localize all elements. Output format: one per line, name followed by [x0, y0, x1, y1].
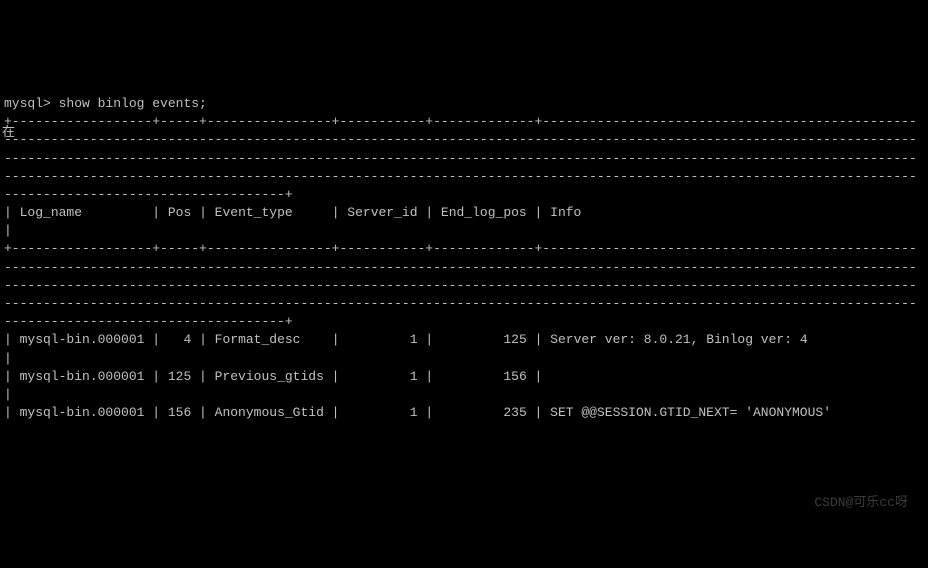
col-log-name: Log_name [20, 205, 82, 220]
watermark: CSDN@可乐cc呀 [814, 494, 908, 512]
cell-pos: 4 [183, 332, 191, 347]
mysql-prompt: mysql> show binlog events; [4, 96, 207, 111]
cell-event-type: Format_desc [215, 332, 301, 347]
cell-end-log-pos: 125 [503, 332, 526, 347]
command-text: show binlog events; [59, 96, 207, 111]
left-marker: 在 [2, 124, 15, 142]
cell-pos: 156 [168, 405, 191, 420]
cell-end-log-pos: 235 [503, 405, 526, 420]
cell-pos: 125 [168, 369, 191, 384]
cell-info: SET @@SESSION.GTID_NEXT= 'ANONYMOUS' [550, 405, 831, 420]
table-border-top: +------------------+-----+--------------… [4, 114, 917, 202]
cell-event-type: Anonymous_Gtid [215, 405, 324, 420]
cell-server-id: 1 [410, 369, 418, 384]
col-pos: Pos [168, 205, 191, 220]
cell-log-name: mysql-bin.000001 [20, 332, 145, 347]
cell-log-name: mysql-bin.000001 [20, 369, 145, 384]
table-row: | mysql-bin.000001 | 4 | Format_desc | 1… [4, 332, 928, 365]
col-event-type: Event_type [215, 205, 293, 220]
col-server-id: Server_id [347, 205, 417, 220]
prompt-text: mysql> [4, 96, 51, 111]
table-header-row: | Log_name | Pos | Event_type | Server_i… [4, 205, 928, 238]
cell-event-type: Previous_gtids [215, 369, 324, 384]
table-row: | mysql-bin.000001 | 156 | Anonymous_Gti… [4, 405, 831, 420]
table-row: | mysql-bin.000001 | 125 | Previous_gtid… [4, 369, 928, 402]
col-info: Info [550, 205, 581, 220]
cell-info: Server ver: 8.0.21, Binlog ver: 4 [550, 332, 807, 347]
cell-end-log-pos: 156 [503, 369, 526, 384]
cell-log-name: mysql-bin.000001 [20, 405, 145, 420]
table-border-mid: +------------------+-----+--------------… [4, 241, 917, 329]
cell-server-id: 1 [410, 332, 418, 347]
terminal-output: mysql> show binlog events; +------------… [4, 77, 924, 423]
cell-server-id: 1 [410, 405, 418, 420]
col-end-log-pos: End_log_pos [441, 205, 527, 220]
